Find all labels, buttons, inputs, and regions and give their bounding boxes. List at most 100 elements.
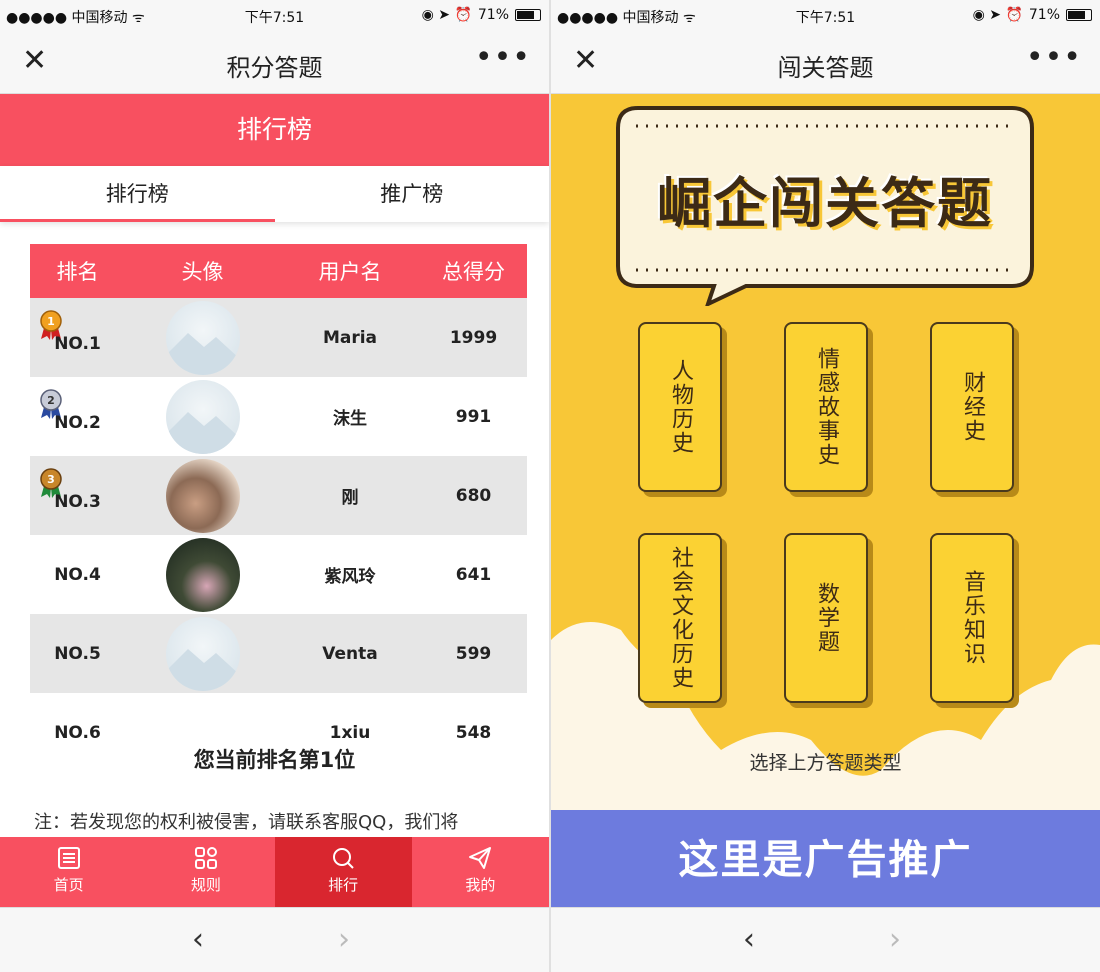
tab-promotion[interactable]: 推广榜 [275, 166, 550, 222]
rank-label: NO.6 [54, 722, 101, 743]
rank-cell: 2 NO.2 [30, 388, 125, 433]
header-avatar: 头像 [181, 260, 224, 284]
forward-icon[interactable]: › [889, 922, 901, 957]
category-label: 数学题 [814, 582, 839, 654]
nav-bar: ✕ 闯关答题 ••• [551, 32, 1100, 94]
battery-icon [515, 9, 541, 21]
page-title: 积分答题 [226, 54, 323, 82]
bottom-tab-bar: 首页 规则 排行 我的 [0, 837, 549, 907]
svg-text:2: 2 [47, 394, 55, 407]
category-card-finance-history[interactable]: 财经史 [930, 322, 1014, 492]
page-title: 闯关答题 [777, 54, 874, 82]
username-cell: 1xiu [329, 722, 371, 743]
location-icon: ◉ ➤ ⏰ [972, 7, 1023, 23]
back-icon[interactable]: ‹ [743, 922, 755, 957]
browser-nav: ‹ › [551, 907, 1100, 972]
rank-label: NO.4 [54, 564, 101, 585]
tab-rules[interactable]: 规则 [137, 837, 274, 907]
tab-ranking-label: 排行 [328, 876, 359, 894]
status-bar: ●●●●● 中国移动 ᯤ 下午7:51 ◉ ➤ ⏰ 71% [0, 0, 549, 32]
search-icon [333, 848, 354, 869]
battery-percent: 71% [477, 7, 509, 23]
status-right: ◉ ➤ ⏰ 71% [422, 7, 541, 23]
battery-percent: 71% [1028, 7, 1060, 23]
avatar-cell [125, 537, 280, 612]
category-label: 社会文化历史 [668, 546, 693, 690]
ad-banner[interactable]: 这里是广告推广 [551, 810, 1100, 910]
svg-text:1: 1 [47, 315, 55, 328]
avatar [165, 379, 240, 454]
avatar [165, 300, 240, 375]
category-card-music[interactable]: 音乐知识 [930, 533, 1014, 703]
table-row[interactable]: NO.5 Venta 599 [30, 614, 527, 693]
status-bar: ●●●●● 中国移动 ᯤ 下午7:51 ◉ ➤ ⏰ 71% [551, 0, 1100, 32]
title-sign: 崛企闯关答题 [616, 106, 1034, 306]
more-icon[interactable]: ••• [475, 40, 531, 75]
username-cell: 刚 [341, 488, 359, 508]
rank-label: NO.2 [54, 412, 101, 433]
tab-ranking-bottom[interactable]: 排行 [274, 837, 412, 907]
rank-label: NO.3 [54, 491, 101, 512]
avatar [165, 458, 240, 533]
tab-home[interactable]: 首页 [0, 837, 137, 907]
tab-mine-label: 我的 [465, 876, 496, 894]
rank-label: NO.5 [54, 643, 101, 664]
browser-nav: ‹ › [0, 907, 549, 972]
category-card-people-history[interactable]: 人物历史 [638, 322, 722, 492]
score-cell: 1999 [449, 327, 498, 348]
choose-hint: 选择上方答题类型 [749, 752, 902, 774]
quiz-levels-screen: ●●●●● 中国移动 ᯤ 下午7:51 ◉ ➤ ⏰ 71% ✕ 闯关答题 •••… [551, 0, 1100, 972]
tab-ranking[interactable]: 排行榜 [0, 166, 275, 222]
ranking-table: 排名 头像 用户名 总得分 1 NO.1 Maria 1999 2 NO.2 沫… [30, 244, 527, 772]
rank-cell: 3 NO.3 [30, 467, 125, 512]
table-row[interactable]: 1 NO.1 Maria 1999 [30, 298, 527, 377]
nav-bar: ✕ 积分答题 ••• [0, 32, 549, 94]
rank-cell: 1 NO.1 [30, 309, 125, 354]
list-icon [57, 847, 80, 869]
avatar-cell [125, 458, 280, 533]
category-label: 音乐知识 [960, 570, 985, 666]
rank-label: NO.1 [54, 333, 101, 354]
status-right: ◉ ➤ ⏰ 71% [973, 7, 1092, 23]
send-icon [469, 847, 492, 869]
category-card-emotion-story[interactable]: 情感故事史 [784, 322, 868, 492]
more-icon[interactable]: ••• [1026, 40, 1082, 75]
tab-bar: 排行榜 推广榜 [0, 166, 549, 222]
notice-text: 注：若发现您的权利被侵害，请联系客服QQ，我们将 [34, 812, 459, 833]
avatar [165, 537, 240, 612]
forward-icon[interactable]: › [338, 922, 350, 957]
my-rank-text: 您当前排名第1位 [193, 748, 356, 772]
grid-icon [194, 847, 217, 869]
back-icon[interactable]: ‹ [192, 922, 204, 957]
username-cell: Venta [322, 643, 378, 664]
header-score: 总得分 [442, 260, 505, 284]
tab-mine[interactable]: 我的 [412, 837, 549, 907]
score-cell: 548 [455, 722, 492, 743]
category-card-math[interactable]: 数学题 [784, 533, 868, 703]
table-header: 排名 头像 用户名 总得分 [30, 244, 527, 298]
category-label: 人物历史 [668, 359, 693, 455]
category-card-social-culture[interactable]: 社会文化历史 [638, 533, 722, 703]
table-row[interactable]: 2 NO.2 沫生 991 [30, 377, 527, 456]
username-cell: 紫风玲 [324, 567, 376, 587]
header-rank: 排名 [56, 260, 99, 284]
table-row[interactable]: NO.4 紫风玲 641 [30, 535, 527, 614]
big-title: 崛企闯关答题 [657, 172, 993, 235]
score-cell: 680 [455, 485, 492, 506]
svg-text:3: 3 [47, 473, 55, 486]
banner-title: 排行榜 [0, 94, 549, 166]
score-cell: 599 [455, 643, 492, 664]
username-cell: Maria [322, 327, 378, 348]
location-icon: ◉ ➤ ⏰ [421, 7, 472, 23]
category-label: 情感故事史 [814, 347, 839, 467]
table-row[interactable]: 3 NO.3 刚 680 [30, 456, 527, 535]
battery-icon [1066, 9, 1092, 21]
leaderboard-screen: ●●●●● 中国移动 ᯤ 下午7:51 ◉ ➤ ⏰ 71% ✕ 积分答题 •••… [0, 0, 549, 972]
tab-rules-label: 规则 [190, 876, 221, 894]
tab-home-label: 首页 [53, 876, 84, 894]
score-cell: 641 [455, 564, 492, 585]
avatar-cell [125, 300, 280, 375]
category-label: 财经史 [960, 371, 985, 443]
score-cell: 991 [455, 406, 492, 427]
avatar [165, 616, 240, 691]
